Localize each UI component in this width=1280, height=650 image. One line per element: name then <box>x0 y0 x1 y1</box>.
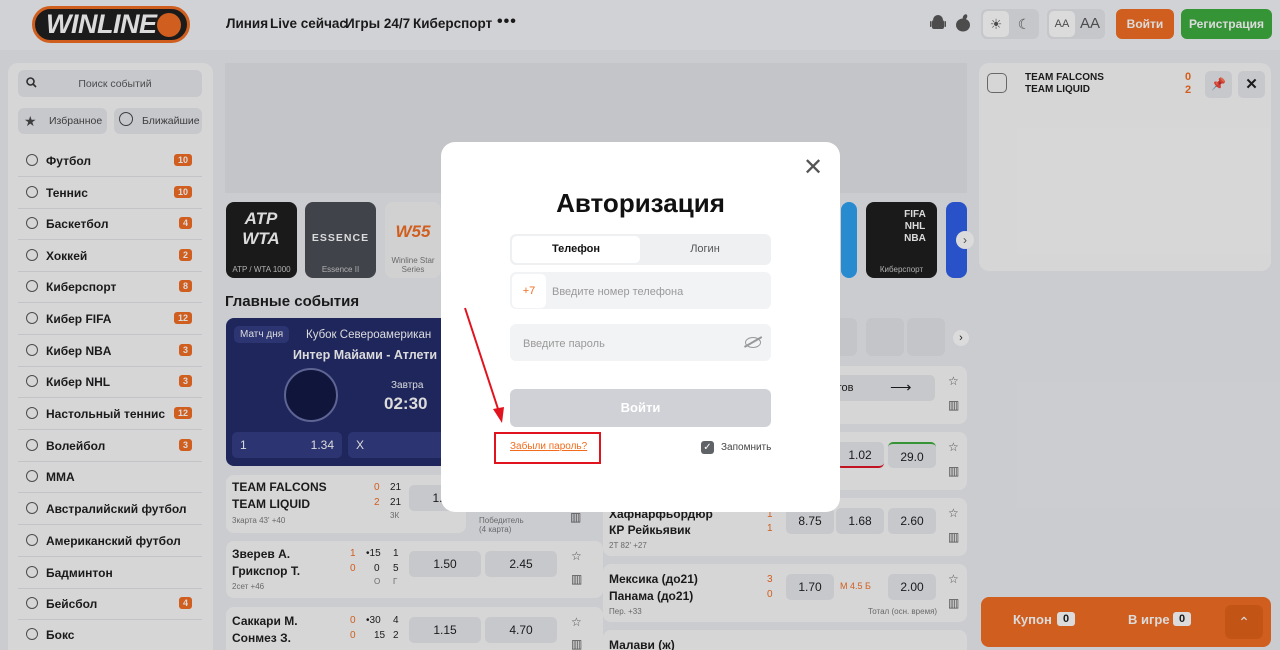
phone-placeholder: Введите номер телефона <box>552 286 684 298</box>
remember-label: Запомнить <box>721 442 772 453</box>
tab-phone[interactable]: Телефон <box>512 236 640 263</box>
submit-login-button[interactable]: Войти <box>510 389 771 427</box>
remember-checkbox[interactable]: ✓ <box>701 441 714 454</box>
annotation-arrow <box>464 307 504 423</box>
modal-title: Авторизация <box>556 188 725 218</box>
close-icon[interactable]: ✕ <box>802 156 824 180</box>
eye-off-icon[interactable] <box>745 337 761 348</box>
tab-login[interactable]: Логин <box>641 236 769 263</box>
phone-prefix: +7 <box>512 274 546 308</box>
highlight-box <box>494 432 601 464</box>
password-placeholder: Введите пароль <box>523 338 605 350</box>
